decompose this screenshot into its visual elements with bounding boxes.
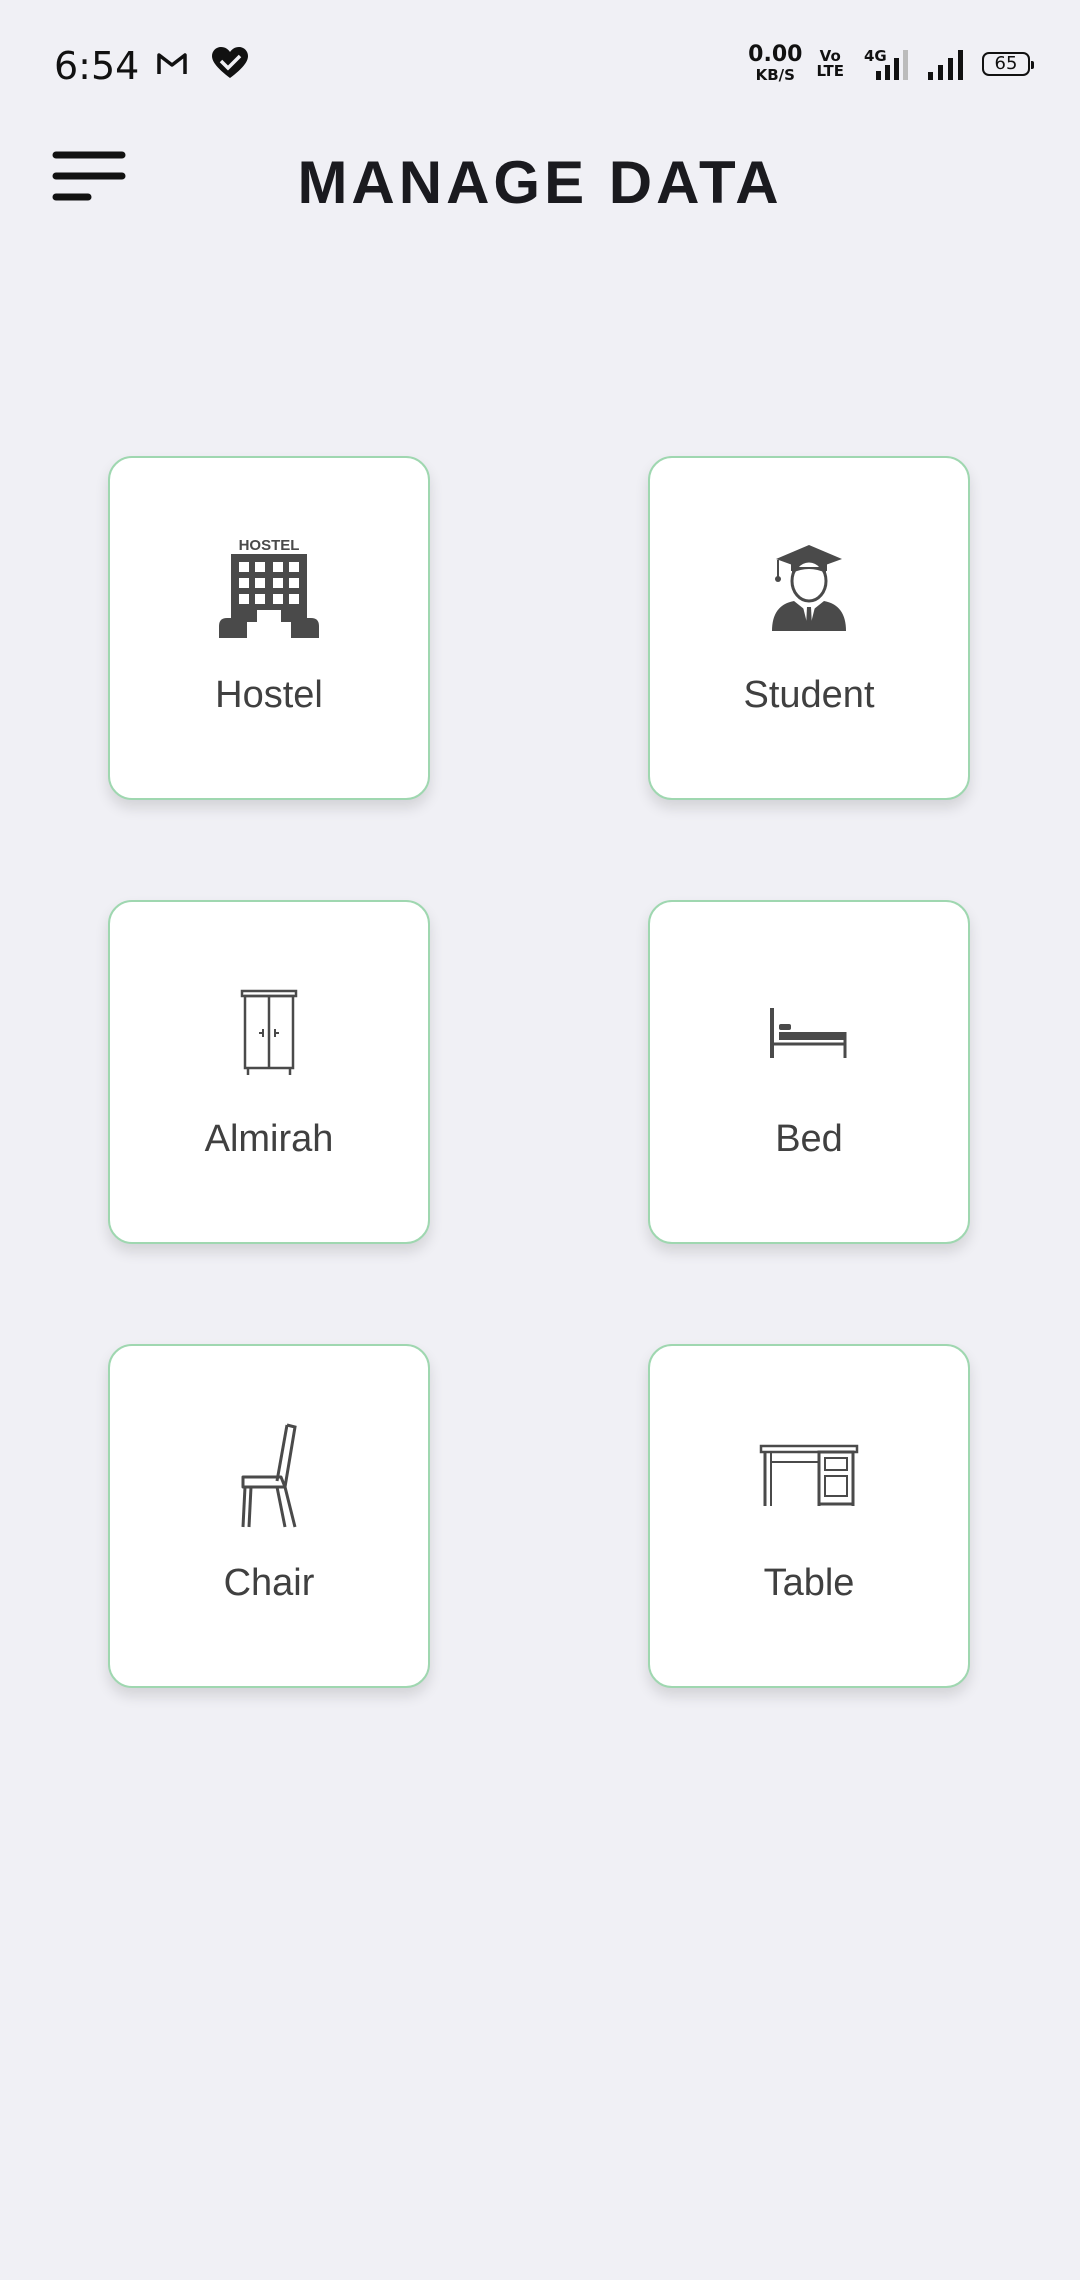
volte-label-bottom: LTE bbox=[816, 61, 844, 80]
hostel-label: Hostel bbox=[215, 674, 323, 716]
volte-indicator: Vo LTE bbox=[816, 48, 844, 80]
bed-card[interactable]: Bed bbox=[648, 900, 970, 1244]
table-label: Table bbox=[763, 1562, 855, 1604]
table-icon bbox=[759, 1444, 859, 1506]
hostel-icon: HOSTEL bbox=[219, 538, 319, 638]
student-card[interactable]: Student bbox=[648, 456, 970, 800]
network-speed-unit: KB/S bbox=[755, 66, 795, 84]
student-icon bbox=[772, 545, 846, 631]
almirah-icon bbox=[240, 989, 298, 1075]
health-icon bbox=[212, 47, 248, 78]
battery-icon: 65 bbox=[982, 51, 1034, 76]
chair-icon bbox=[241, 1423, 297, 1528]
svg-text:HOSTEL: HOSTEL bbox=[239, 538, 300, 554]
signal-bars-sim1-icon bbox=[876, 49, 908, 80]
page-title: MANAGE DATA bbox=[297, 149, 783, 216]
bed-icon bbox=[770, 1008, 847, 1058]
almirah-label: Almirah bbox=[204, 1118, 334, 1160]
network-speed: 0.00 KB/S bbox=[748, 44, 802, 83]
bed-label: Bed bbox=[775, 1118, 843, 1160]
almirah-card[interactable]: Almirah bbox=[108, 900, 430, 1244]
signal-sim1: 4G bbox=[858, 47, 912, 81]
gmail-icon bbox=[157, 53, 187, 74]
hostel-card[interactable]: HOSTEL Hostel bbox=[108, 456, 430, 800]
battery-level: 65 bbox=[994, 53, 1018, 74]
status-notification-icons bbox=[156, 46, 250, 80]
chair-card[interactable]: Chair bbox=[108, 1344, 430, 1688]
chair-label: Chair bbox=[223, 1562, 315, 1604]
status-system-icons: 0.00 KB/S Vo LTE 4G 65 bbox=[748, 44, 1034, 83]
student-label: Student bbox=[743, 674, 875, 716]
table-card[interactable]: Table bbox=[648, 1344, 970, 1688]
status-time: 6:54 bbox=[54, 44, 140, 88]
network-speed-value: 0.00 bbox=[748, 42, 803, 67]
signal-bars-sim2-icon bbox=[928, 49, 963, 80]
status-bar: 6:54 0.00 KB/S Vo LTE 4G 65 bbox=[0, 0, 1080, 130]
